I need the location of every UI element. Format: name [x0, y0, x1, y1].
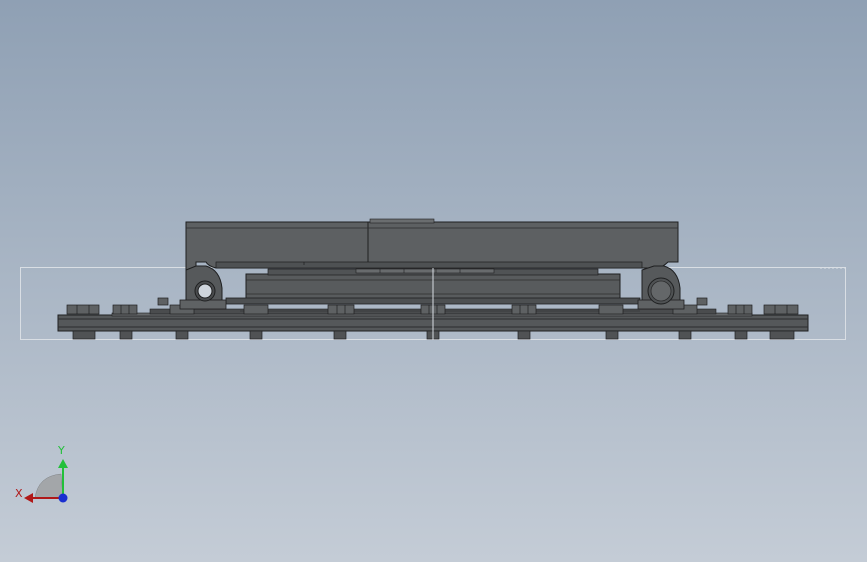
- z-axis-dot: [58, 493, 68, 503]
- graphics-viewport[interactable]: Y X: [0, 0, 867, 562]
- left-hinge-bracket: [179, 265, 227, 310]
- coordinate-triad: Y X: [15, 444, 68, 503]
- y-axis-label: Y: [57, 444, 65, 457]
- y-axis-arrow: [58, 459, 68, 468]
- triad-plane-wedge: [34, 473, 64, 499]
- x-axis-label: X: [15, 487, 23, 500]
- assembly-model[interactable]: [0, 0, 867, 562]
- right-hinge-bracket: [637, 265, 685, 310]
- x-axis-arrow: [24, 493, 33, 503]
